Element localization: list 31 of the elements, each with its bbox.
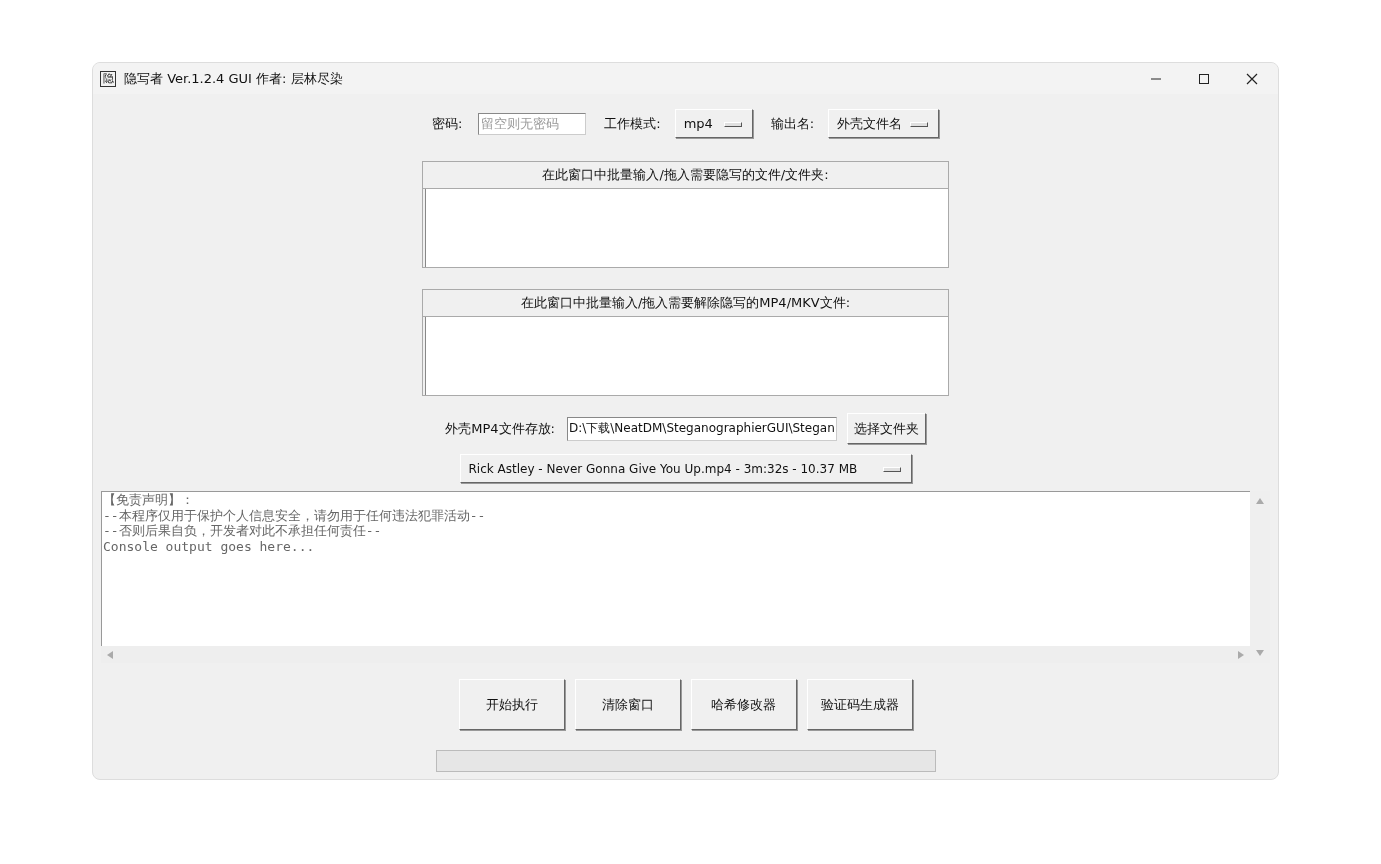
dropdown-indicator-icon [723,122,742,127]
mode-dropdown[interactable]: mp4 [674,109,753,138]
app-icon: 隐 [100,70,116,87]
maximize-icon[interactable] [1198,72,1210,85]
window-title: 隐写者 Ver.1.2.4 GUI 作者: 层林尽染 [124,69,343,88]
action-button[interactable]: 哈希修改器 [690,679,797,730]
console-line: --否则后果自负，开发者对此不承担任何责任-- [103,523,383,539]
cover-folder-label: 外壳MP4文件存放: [445,419,555,438]
encode-files-field[interactable] [425,189,948,267]
scroll-up-icon[interactable] [1256,498,1264,504]
scroll-right-icon[interactable] [1238,650,1244,659]
scroll-left-icon[interactable] [107,650,113,659]
console-line: 【免责声明】： [103,492,195,508]
dropdown-indicator-icon [882,467,901,472]
output-name-label: 输出名: [770,114,815,133]
action-button[interactable]: 清除窗口 [574,679,681,730]
action-button[interactable]: 验证码生成器 [806,679,913,730]
choose-folder-button[interactable]: 选择文件夹 [846,413,926,444]
scroll-down-icon[interactable] [1256,650,1264,656]
output-name-dropdown[interactable]: 外壳文件名 [828,109,940,138]
close-icon[interactable] [1246,72,1258,85]
dropdown-indicator-icon [910,122,929,127]
console-line: --本程序仅用于保护个人信息安全，请勿用于任何违法犯罪活动-- [103,507,487,523]
password-field[interactable]: 留空则无密码 [478,112,587,135]
password-label: 密码: [431,114,463,133]
decode-files-field[interactable] [425,317,948,395]
mode-label: 工作模式: [604,114,661,133]
cover-folder-field[interactable]: D:\下载\NeatDM\SteganographierGUI\Stegan [566,416,837,441]
action-button[interactable]: 开始执行 [458,679,565,730]
cover-video-dropdown[interactable]: Rick Astley - Never Gonna Give You Up.mp4 - 3m:32s - 10.37 MB [459,454,912,483]
console-line: Console output goes here... [103,538,316,554]
